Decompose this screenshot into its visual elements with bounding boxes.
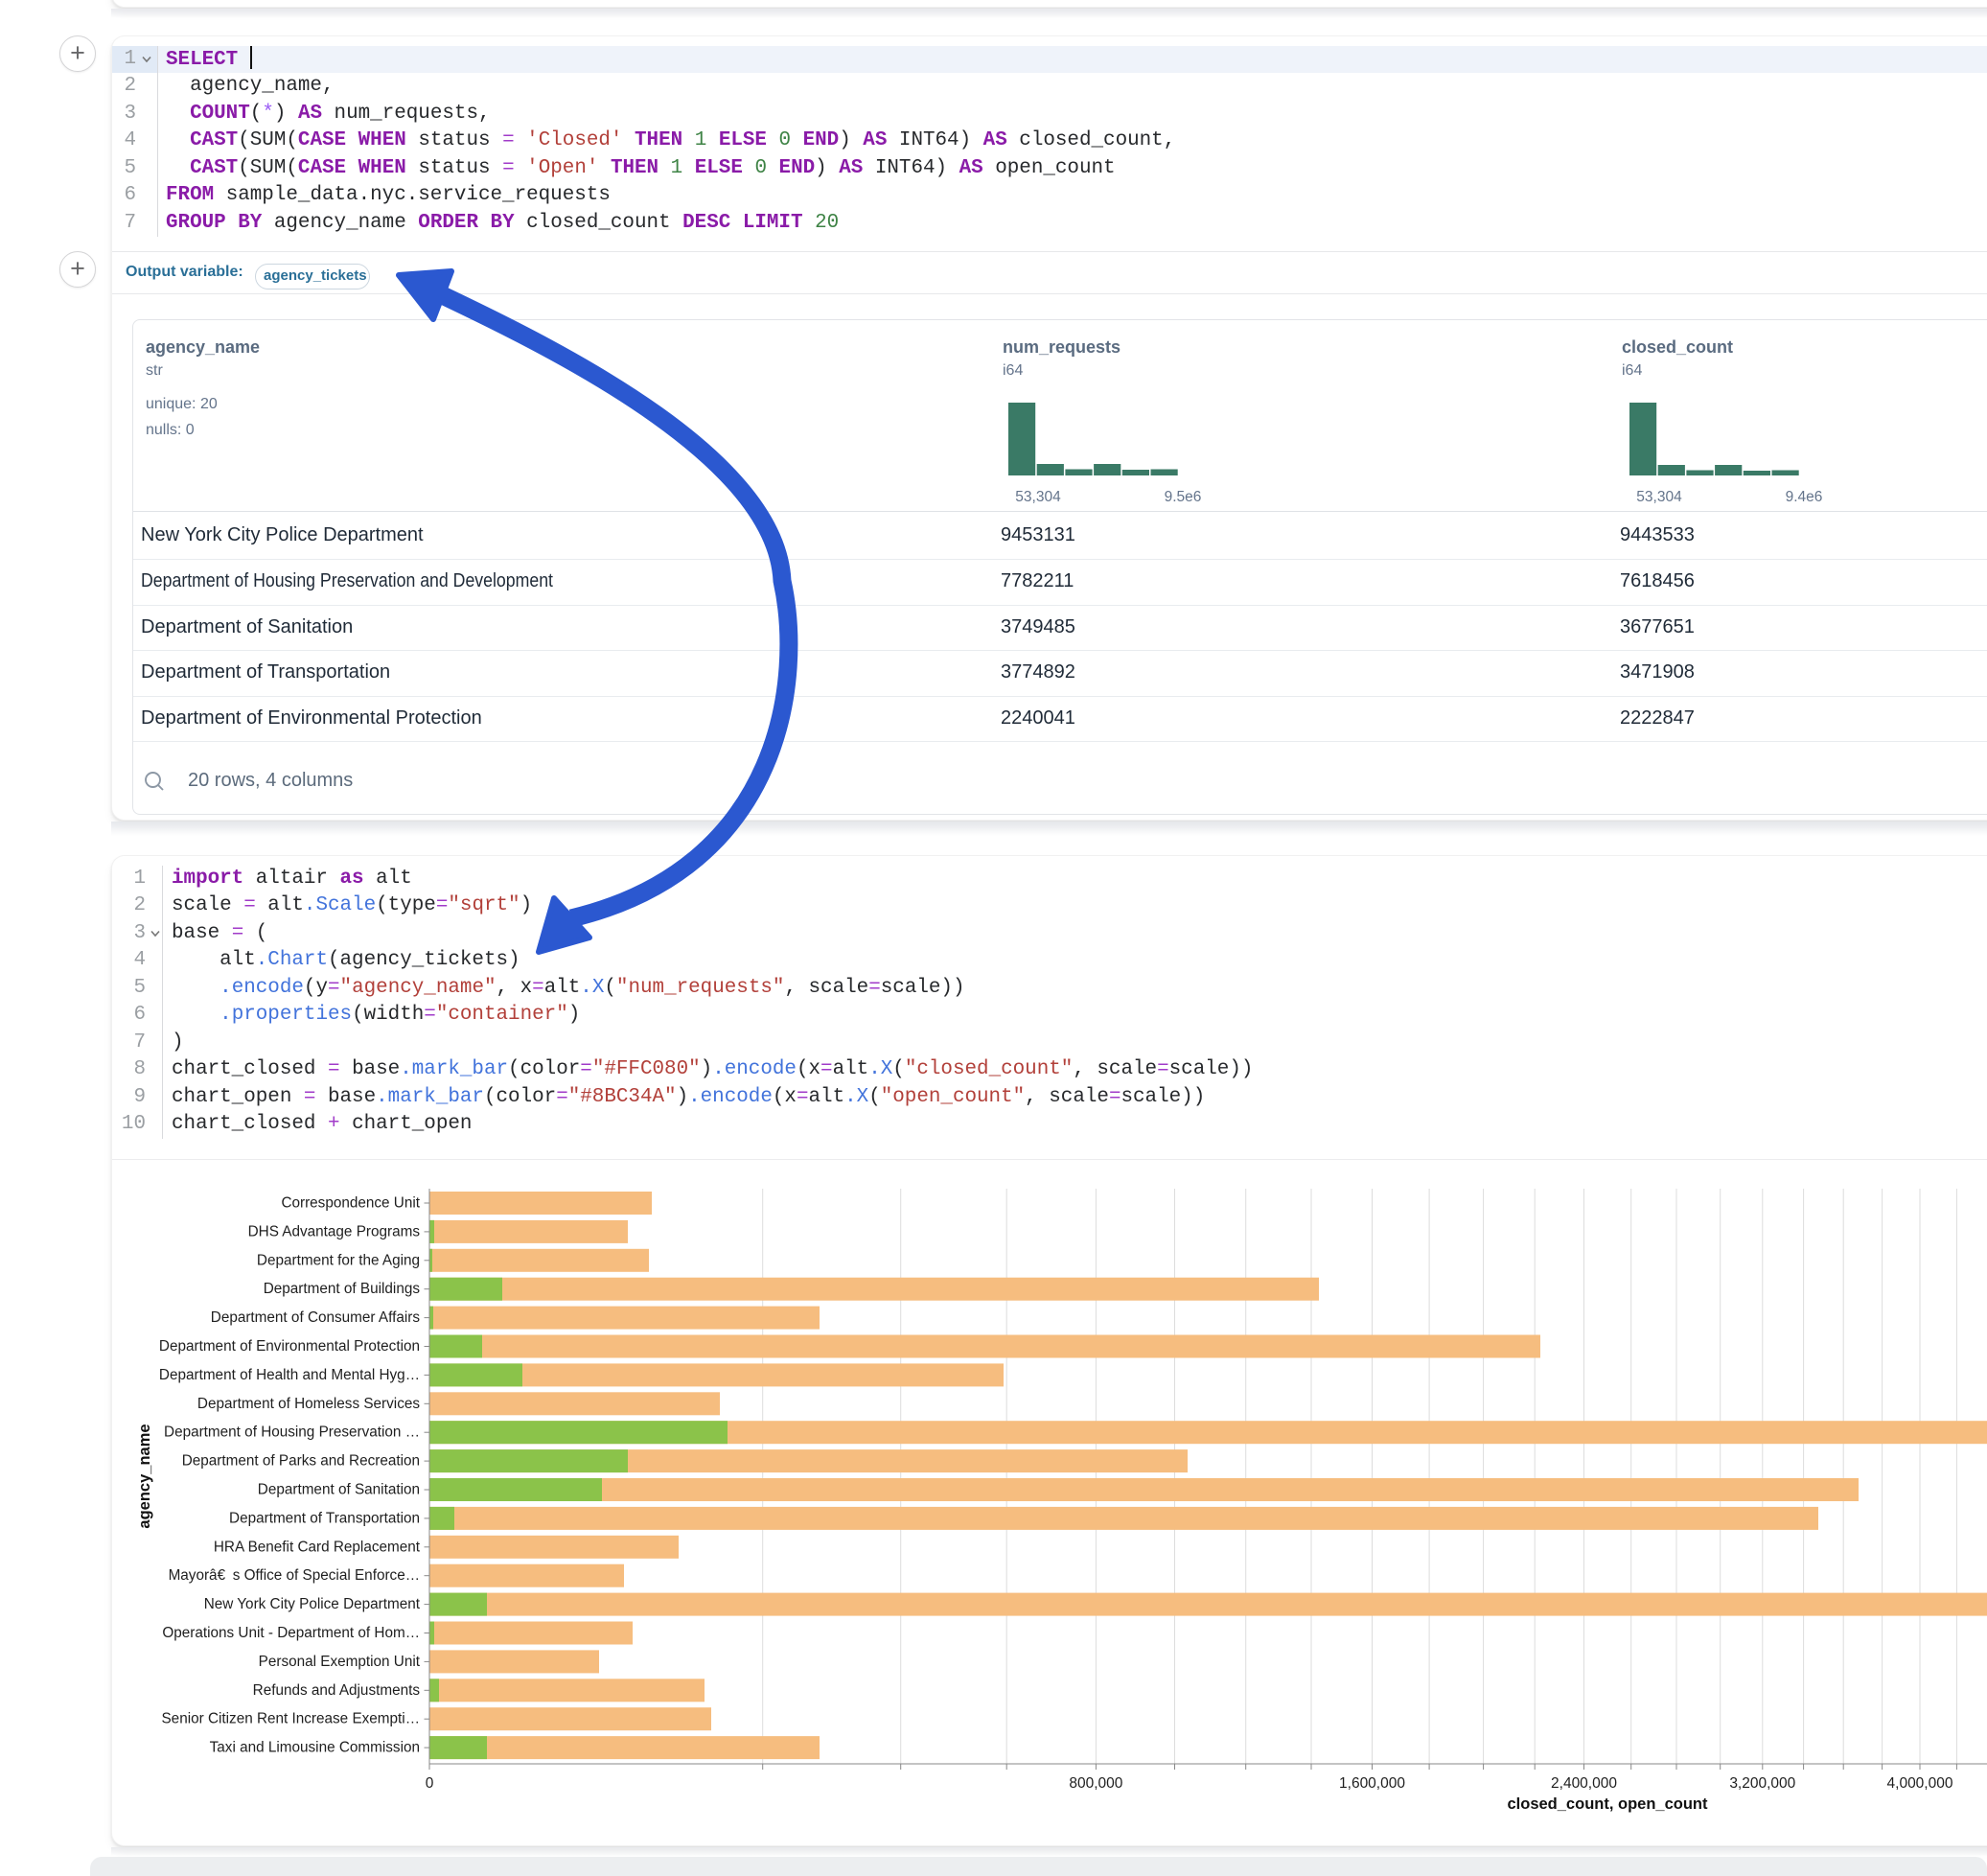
svg-text:9.4e6: 9.4e6 [1786, 489, 1823, 505]
svg-text:53,304: 53,304 [1015, 489, 1061, 505]
svg-text:9.5e6: 9.5e6 [1165, 489, 1202, 505]
svg-text:53,304: 53,304 [1636, 489, 1682, 505]
